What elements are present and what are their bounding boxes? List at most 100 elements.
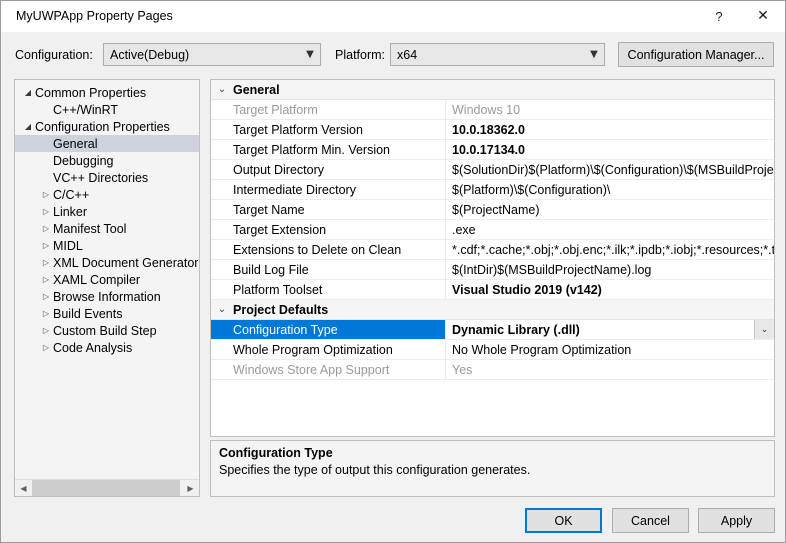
property-row[interactable]: Extensions to Delete on Clean *.cdf;*.cac… [211,240,774,260]
sidebar-item-label: Configuration Properties [35,119,170,134]
triangle-collapsed-icon[interactable]: ▷ [39,309,53,318]
property-row[interactable]: Target Name $(ProjectName) [211,200,774,220]
property-row[interactable]: Build Log File $(IntDir)$(MSBuildProjectN… [211,260,774,280]
window-title: MyUWPApp Property Pages [16,9,173,23]
apply-button[interactable]: Apply [698,508,775,533]
property-row[interactable]: Target Platform Version 10.0.18362.0 [211,120,774,140]
chevron-down-icon: ⌄ [217,84,227,95]
sidebar-item-general[interactable]: General [15,135,199,152]
property-value-text: $(IntDir)$(MSBuildProjectName).log [452,262,652,277]
property-value-text: No Whole Program Optimization [452,342,632,357]
property-name: Target Extension [211,220,446,239]
sidebar-item-label: Browse Information [53,289,161,304]
property-name: Target Name [211,200,446,219]
triangle-expanded-icon[interactable]: ◢ [21,122,35,131]
triangle-collapsed-icon[interactable]: ▷ [39,343,53,352]
sidebar-item-label: General [53,136,98,151]
sidebar-item-code-analysis[interactable]: ▷ Code Analysis [15,339,199,356]
sidebar-item-vc-directories[interactable]: VC++ Directories [15,169,199,186]
triangle-collapsed-icon[interactable]: ▷ [39,224,53,233]
configuration-value: Active(Debug) [110,47,190,62]
property-value[interactable]: $(IntDir)$(MSBuildProjectName).log [446,260,774,279]
sidebar-item-custom-build-step[interactable]: ▷ Custom Build Step [15,322,199,339]
property-value: Yes [446,360,774,379]
triangle-expanded-icon[interactable]: ◢ [21,88,35,97]
sidebar-item-xaml-compiler[interactable]: ▷ XAML Compiler [15,271,199,288]
property-group-header[interactable]: ⌄ General [211,80,774,100]
platform-label: Platform: [335,48,386,62]
triangle-collapsed-icon[interactable]: ▷ [39,326,53,335]
sidebar-item-debugging[interactable]: Debugging [15,152,199,169]
property-row[interactable]: Whole Program Optimization No Whole Progr… [211,340,774,360]
sidebar-item-label: Debugging [53,153,114,168]
property-value[interactable]: Dynamic Library (.dll) [446,320,754,339]
triangle-collapsed-icon[interactable]: ▷ [39,190,53,199]
sidebar-item-label: MIDL [53,238,83,253]
triangle-collapsed-icon[interactable]: ▷ [39,207,53,216]
sidebar-item-label: Code Analysis [53,340,133,355]
property-row[interactable]: Intermediate Directory $(Platform)\$(Conf… [211,180,774,200]
sidebar-item-midl[interactable]: ▷ MIDL [15,237,199,254]
description-panel: Configuration Type Specifies the type of… [210,440,775,497]
sidebar-item-configuration-properties[interactable]: ◢ Configuration Properties [15,118,199,135]
sidebar-item-label: Linker [53,204,88,219]
triangle-collapsed-icon[interactable]: ▷ [39,292,53,301]
property-name: Platform Toolset [211,280,446,299]
sidebar-item-browse-information[interactable]: ▷ Browse Information [15,288,199,305]
property-value[interactable]: $(Platform)\$(Configuration)\ [446,180,774,199]
sidebar-item-label: XML Document Generator [53,255,199,270]
property-row[interactable]: Output Directory $(SolutionDir)$(Platform… [211,160,774,180]
close-icon: ✕ [757,8,769,24]
chevron-left-icon[interactable]: ◀ [15,480,32,496]
property-row[interactable]: Target Platform Min. Version 10.0.17134.0 [211,140,774,160]
triangle-collapsed-icon[interactable]: ▷ [39,241,53,250]
chevron-down-icon: ▼ [590,49,598,60]
property-value[interactable]: $(ProjectName) [446,200,774,219]
sidebar-item-common-properties[interactable]: ◢ Common Properties [15,84,199,101]
property-value-text: Yes [452,362,473,377]
property-value-text: $(ProjectName) [452,202,540,217]
property-group-header[interactable]: ⌄ Project Defaults [211,300,774,320]
platform-dropdown[interactable]: x64 ▼ [390,43,605,66]
sidebar-item-xml-document-generator[interactable]: ▷ XML Document Generator [15,254,199,271]
scrollbar-track[interactable] [32,480,182,496]
property-row[interactable]: Configuration Type Dynamic Library (.dll)… [211,320,774,340]
chevron-right-icon[interactable]: ▶ [182,480,199,496]
configuration-manager-button[interactable]: Configuration Manager... [618,42,774,67]
sidebar-item-label: Custom Build Step [53,323,157,338]
close-button[interactable]: ✕ [741,1,785,31]
property-value-text: $(SolutionDir)$(Platform)\$(Configuratio… [452,162,774,177]
property-value[interactable]: Visual Studio 2019 (v142) [446,280,774,299]
triangle-collapsed-icon[interactable]: ▷ [39,258,53,267]
property-row[interactable]: Target Extension .exe [211,220,774,240]
properties-tree-panel: ◢ Common Properties C++/WinRT ◢ Configuratio… [14,79,200,497]
property-grid-panel: ⌄ General Target Platform Windows 10 Target … [210,79,775,437]
sidebar-item-manifest-tool[interactable]: ▷ Manifest Tool [15,220,199,237]
property-row[interactable]: Platform Toolset Visual Studio 2019 (v142… [211,280,774,300]
ok-button[interactable]: OK [525,508,602,533]
property-group-title: Project Defaults [233,302,329,317]
scrollbar-thumb[interactable] [32,480,180,496]
configuration-dropdown[interactable]: Active(Debug) ▼ [103,43,321,66]
sidebar-item-build-events[interactable]: ▷ Build Events [15,305,199,322]
sidebar-item-c-winrt[interactable]: C++/WinRT [15,101,199,118]
property-row[interactable]: Target Platform Windows 10 [211,100,774,120]
property-value[interactable]: *.cdf;*.cache;*.obj;*.obj.enc;*.ilk;*.ip… [446,240,774,259]
description-text: Specifies the type of output this config… [219,463,531,477]
triangle-collapsed-icon[interactable]: ▷ [39,275,53,284]
property-value[interactable]: 10.0.17134.0 [446,140,774,159]
property-name: Target Platform [211,100,446,119]
cancel-button[interactable]: Cancel [612,508,689,533]
property-name: Output Directory [211,160,446,179]
sidebar-item-label: Common Properties [35,85,147,100]
property-value[interactable]: $(SolutionDir)$(Platform)\$(Configuratio… [446,160,774,179]
property-value[interactable]: 10.0.18362.0 [446,120,774,139]
property-row[interactable]: Windows Store App Support Yes [211,360,774,380]
chevron-down-icon[interactable]: ⌄ [754,320,774,339]
property-value[interactable]: No Whole Program Optimization [446,340,774,359]
tree-horizontal-scrollbar[interactable]: ◀ ▶ [15,479,199,496]
sidebar-item-linker[interactable]: ▷ Linker [15,203,199,220]
sidebar-item-c-c[interactable]: ▷ C/C++ [15,186,199,203]
help-button[interactable]: ? [697,1,741,31]
property-value[interactable]: .exe [446,220,774,239]
